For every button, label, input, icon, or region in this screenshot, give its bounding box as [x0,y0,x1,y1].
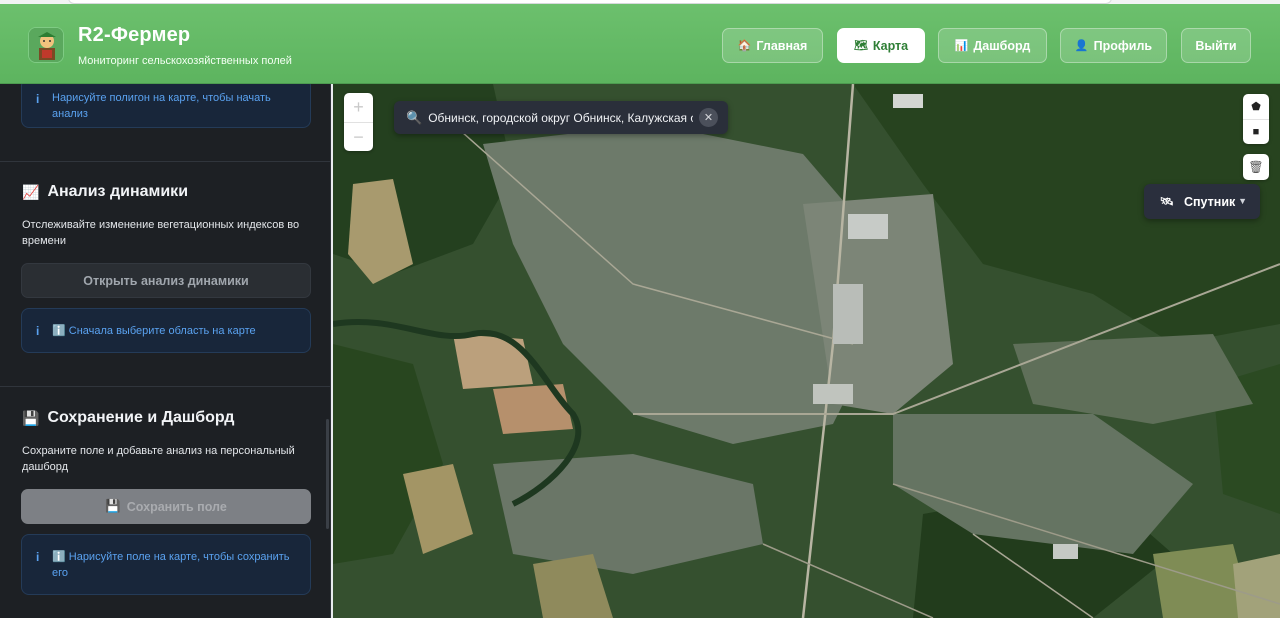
zoom-in-button[interactable]: + [344,93,373,122]
draw-field-info-text: ℹ️ Нарисуйте поле на карте, чтобы сохран… [52,551,290,579]
search-input[interactable]: Обнинск, городской округ Обнинск, Калужс… [428,111,693,125]
chevron-down-icon: ▼ [1238,196,1247,206]
app-subtitle: Мониторинг сельскохозяйственных полей [78,55,292,67]
sidebar-scrollbar[interactable] [326,419,329,529]
info-icon: i [36,550,40,564]
zoom-control: + − [344,93,373,151]
chart-icon: 📊 [954,40,969,52]
dynamics-title-text: Анализ динамики [47,183,189,200]
nav-profile-button[interactable]: 👤 Профиль [1060,28,1167,63]
save-title-text: Сохранение и Дашборд [47,409,235,426]
app-header: R2-Фермер Мониторинг сельскохозяйственны… [0,4,1280,84]
app-title: R2-Фермер [78,24,191,46]
map-book-icon: 🗺 [853,40,868,52]
draw-polygon-info-text: Нарисуйте полигон на карте, чтобы начать… [52,92,271,120]
save-description: Сохраните поле и добавьте анализ на перс… [22,445,295,473]
house-icon: 🏠 [737,40,752,52]
nav-home-label: Главная [756,38,808,53]
sidebar: i Нарисуйте полигон на карте, чтобы нача… [0,84,331,618]
layer-selector[interactable]: 🛰 Спутник ▼ [1144,184,1260,219]
draw-toolbar: ⬟ ■ [1243,94,1269,144]
clear-search-icon[interactable]: ✕ [699,108,718,127]
section-divider [0,161,330,162]
nav-dashboard-button[interactable]: 📊 Дашборд [938,28,1047,63]
trash-icon[interactable]: 🗑 [1243,154,1269,180]
app-logo[interactable] [28,27,64,63]
draw-rectangle-icon[interactable]: ■ [1243,119,1269,144]
satellite-icon: 🛰 [1160,196,1174,208]
select-area-info: i ℹ️ Сначала выберите область на карте [21,308,311,353]
dynamics-description: Отслеживайте изменение вегетационных инд… [22,219,300,247]
map-view[interactable]: + − 🔍 Обнинск, городской округ Обнинск, … [333,84,1280,618]
info-icon: i [36,92,40,106]
floppy-disk-icon: 💾 [105,499,121,513]
save-field-button[interactable]: 💾 Сохранить поле [21,489,311,524]
location-search[interactable]: 🔍 Обнинск, городской округ Обнинск, Калу… [394,101,728,134]
select-area-info-text: ℹ️ Сначала выберите область на карте [52,325,256,337]
floppy-disk-icon: 💾 [22,409,40,426]
save-section-title: 💾 Сохранение и Дашборд [22,409,234,427]
open-dynamics-button[interactable]: Открыть анализ динамики [21,263,311,298]
satellite-imagery [333,84,1280,618]
logout-button[interactable]: Выйти [1181,28,1251,63]
draw-field-info: i ℹ️ Нарисуйте поле на карте, чтобы сохр… [21,534,311,595]
trend-chart-icon: 📈 [22,183,40,200]
nav-map-label: Карта [872,38,909,53]
user-icon: 👤 [1074,40,1089,52]
layer-label: Спутник [1183,194,1236,209]
dynamics-section-title: 📈 Анализ динамики [22,183,188,201]
draw-polygon-info: i Нарисуйте полигон на карте, чтобы нача… [21,84,311,128]
save-field-label: Сохранить поле [126,499,227,514]
search-icon: 🔍 [406,109,423,125]
zoom-out-button[interactable]: − [344,122,373,151]
nav-profile-label: Профиль [1093,38,1153,53]
nav-home-button[interactable]: 🏠 Главная [722,28,823,63]
nav-map-button[interactable]: 🗺 Карта [837,28,925,63]
section-divider [0,386,330,387]
nav-dashboard-label: Дашборд [973,38,1031,53]
draw-polygon-icon[interactable]: ⬟ [1243,94,1269,119]
info-icon: i [36,324,40,338]
